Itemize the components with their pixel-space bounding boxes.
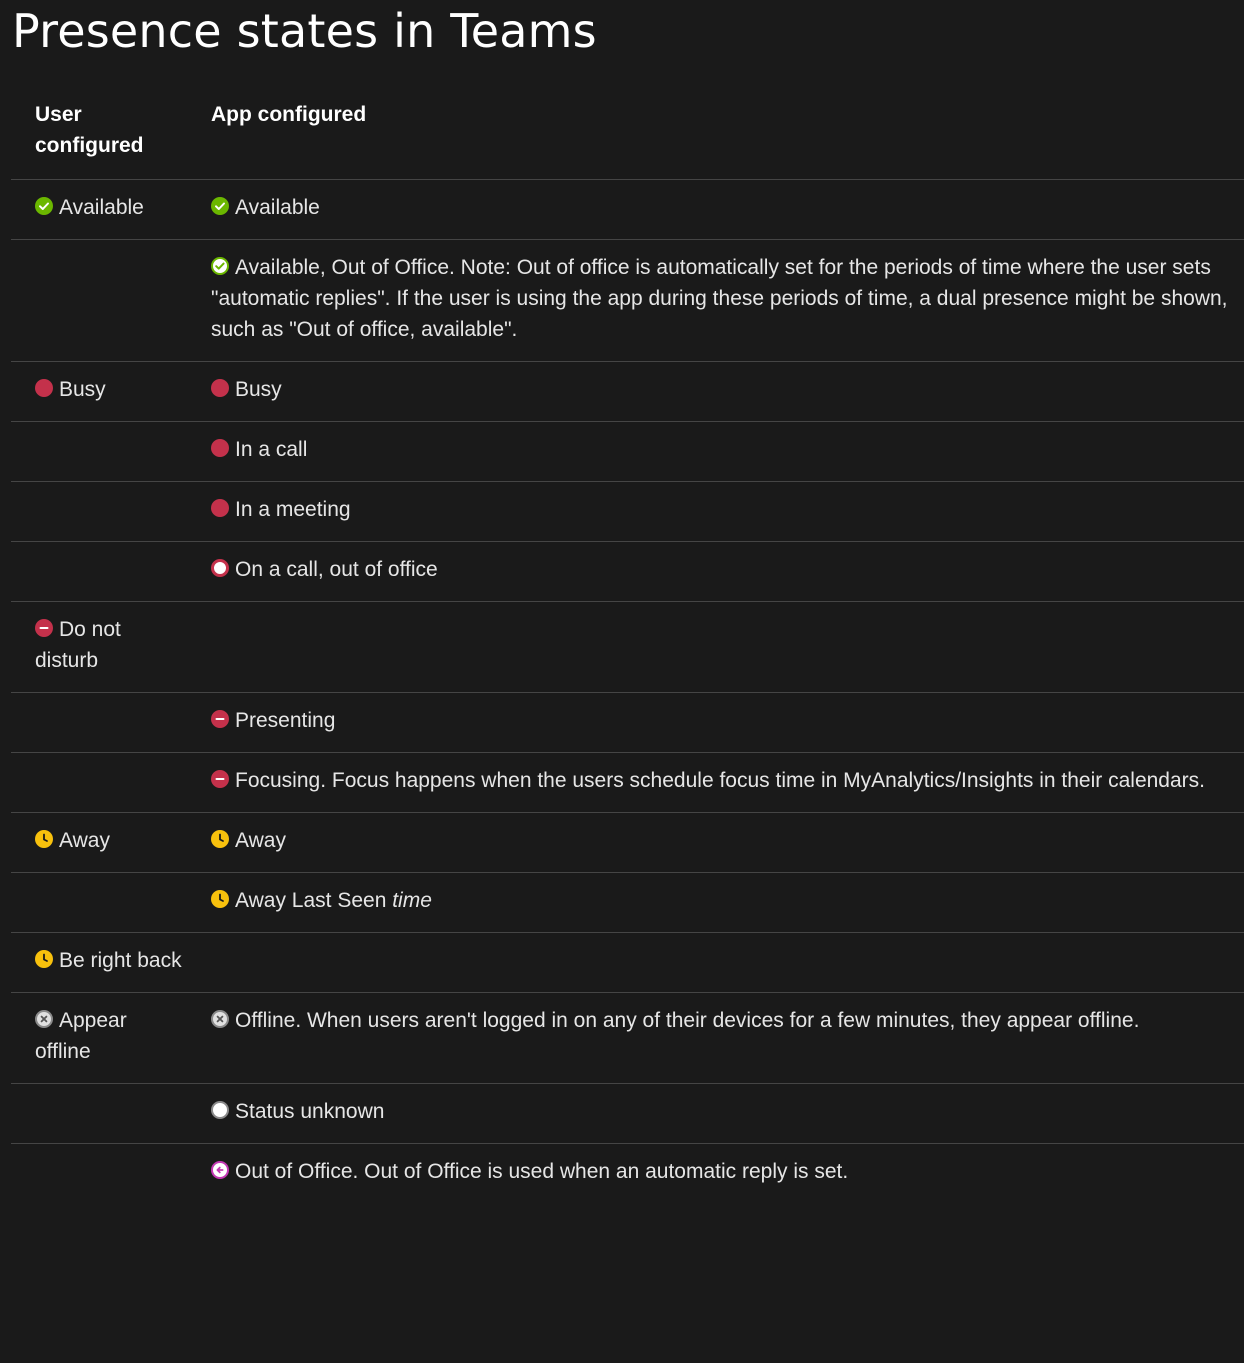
out-of-office-icon [211,1161,229,1179]
table-row: Available Available [11,179,1244,240]
app-cell: Status unknown [211,1084,1244,1144]
available-icon [35,197,53,215]
table-row: Away Away [11,812,1244,873]
state-label: In a call [235,438,308,461]
away-icon [211,890,229,908]
user-cell [11,873,211,933]
state-label: Offline. When users aren't logged in on … [235,1009,1140,1032]
busy-icon [211,439,229,457]
presence-states-table: User configured App configured Available… [11,86,1244,1203]
do-not-disturb-icon [211,710,229,728]
user-cell: Appear offline [11,993,211,1084]
user-cell [11,753,211,813]
state-label: Presenting [235,709,336,732]
table-row: Do not disturb [11,601,1244,693]
away-icon [35,830,53,848]
app-cell: Offline. When users aren't logged in on … [211,993,1244,1084]
app-cell: Away [211,813,1244,873]
state-label: Away Last Seen [235,889,393,912]
page-title: Presence states in Teams [12,4,597,58]
user-cell [11,1084,211,1144]
state-label: Away [235,829,286,852]
app-cell: In a call [211,422,1244,482]
app-cell: Busy [211,362,1244,422]
away-icon [35,950,53,968]
app-cell: Available [211,180,1244,240]
table-row: In a call [11,421,1244,482]
user-cell [11,1144,211,1204]
app-configured-header: App configured [211,103,367,126]
table-row: On a call, out of office [11,541,1244,602]
table-row: Focusing. Focus happens when the users s… [11,752,1244,813]
user-cell: Available [11,180,211,240]
busy-icon [211,499,229,517]
table-row: Appear offline Offline. When users aren'… [11,992,1244,1084]
state-label: Available [235,196,320,219]
user-cell: Busy [11,362,211,422]
table-row: Available, Out of Office. Note: Out of o… [11,239,1244,362]
state-label: Available, Out of Office. Note: Out of o… [211,256,1228,341]
state-label: In a meeting [235,498,351,521]
user-cell: Be right back [11,933,211,993]
table-row: Out of Office. Out of Office is used whe… [11,1143,1244,1204]
table-row: Status unknown [11,1083,1244,1144]
state-label: Status unknown [235,1100,385,1123]
offline-icon [35,1010,53,1028]
state-label: Available [59,196,144,219]
busy-icon [35,379,53,397]
table-row: Away Last Seen time [11,872,1244,933]
user-configured-header: User configured [35,103,144,157]
app-cell: Presenting [211,693,1244,753]
user-cell [11,693,211,753]
state-label: Busy [235,378,282,401]
state-label: Away [59,829,110,852]
table-row: Presenting [11,692,1244,753]
available-icon [211,197,229,215]
app-cell [211,933,1244,993]
app-cell: On a call, out of office [211,542,1244,602]
state-label: Out of Office. Out of Office is used whe… [235,1160,849,1183]
app-cell: In a meeting [211,482,1244,542]
do-not-disturb-icon [35,619,53,637]
app-cell: Available, Out of Office. Note: Out of o… [211,240,1244,362]
offline-icon [211,1010,229,1028]
app-cell [211,602,1244,693]
state-label: Be right back [59,949,182,972]
user-cell: Do not disturb [11,602,211,693]
available-out-of-office-icon [211,257,229,275]
state-label: On a call, out of office [235,558,438,581]
table-row: Be right back [11,932,1244,993]
app-cell: Focusing. Focus happens when the users s… [211,753,1244,813]
table-header-row: User configured App configured [11,86,1244,180]
app-cell: Out of Office. Out of Office is used whe… [211,1144,1244,1204]
state-label: Focusing. Focus happens when the users s… [235,769,1205,792]
table-row: Busy Busy [11,361,1244,422]
user-cell [11,542,211,602]
state-emphasis: time [392,889,432,912]
do-not-disturb-icon [211,770,229,788]
app-cell: Away Last Seen time [211,873,1244,933]
busy-icon [211,379,229,397]
away-icon [211,830,229,848]
busy-out-of-office-icon [211,559,229,577]
user-cell [11,240,211,362]
user-cell [11,422,211,482]
user-cell: Away [11,813,211,873]
status-unknown-icon [211,1101,229,1119]
state-label: Busy [59,378,106,401]
user-cell [11,482,211,542]
table-row: In a meeting [11,481,1244,542]
